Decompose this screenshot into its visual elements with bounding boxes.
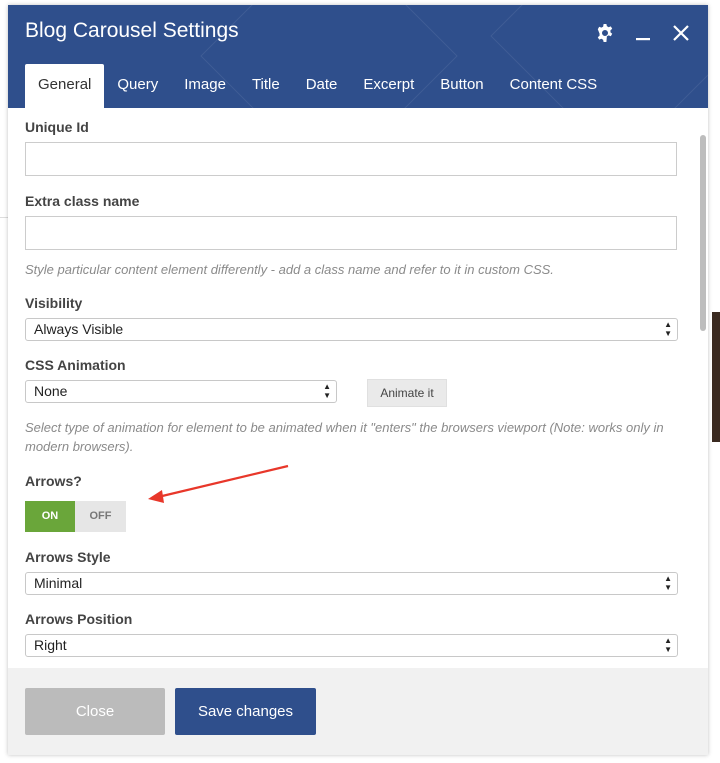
modal-header: Blog Carousel Settings General Query Ima… xyxy=(8,5,708,108)
select-arrows-icon: ▲ ▼ xyxy=(664,574,672,592)
arrows-position-select[interactable]: Right ▲ ▼ xyxy=(25,634,678,657)
tab-query[interactable]: Query xyxy=(104,64,171,108)
modal-content: Unique Id Extra class name Style particu… xyxy=(8,108,708,668)
arrows-style-label: Arrows Style xyxy=(25,549,111,565)
arrows-style-selected: Minimal xyxy=(34,575,83,591)
settings-modal: Blog Carousel Settings General Query Ima… xyxy=(8,5,708,755)
save-changes-button[interactable]: Save changes xyxy=(175,688,316,735)
toggle-on[interactable]: ON xyxy=(25,501,75,532)
tab-content-css[interactable]: Content CSS xyxy=(497,64,611,108)
css-animation-help: Select type of animation for element to … xyxy=(25,420,664,454)
tab-button[interactable]: Button xyxy=(427,64,496,108)
select-arrows-icon: ▲ ▼ xyxy=(664,320,672,338)
background-divider xyxy=(0,217,8,218)
extra-class-label: Extra class name xyxy=(25,193,140,209)
tab-title[interactable]: Title xyxy=(239,64,293,108)
select-arrows-icon: ▲ ▼ xyxy=(323,382,331,400)
toggle-off[interactable]: OFF xyxy=(75,501,126,532)
extra-class-help: Style particular content element differe… xyxy=(25,262,554,277)
css-animation-label: CSS Animation xyxy=(25,357,126,373)
tab-image[interactable]: Image xyxy=(171,64,239,108)
animate-it-button[interactable]: Animate it xyxy=(367,379,447,407)
extra-class-input[interactable] xyxy=(25,216,677,250)
gear-icon[interactable] xyxy=(594,22,616,44)
tab-excerpt[interactable]: Excerpt xyxy=(350,64,427,108)
close-icon[interactable] xyxy=(670,22,692,44)
arrows-style-select[interactable]: Minimal ▲ ▼ xyxy=(25,572,678,595)
css-animation-selected: None xyxy=(34,383,68,399)
arrows-position-selected: Right xyxy=(34,637,67,653)
select-arrows-icon: ▲ ▼ xyxy=(664,636,672,654)
scrollbar-thumb[interactable] xyxy=(700,135,706,331)
visibility-label: Visibility xyxy=(25,295,83,311)
visibility-selected: Always Visible xyxy=(34,321,124,337)
css-animation-select[interactable]: None ▲ ▼ xyxy=(25,380,337,403)
modal-footer: Close Save changes xyxy=(8,668,708,755)
scrollbar[interactable] xyxy=(700,113,707,668)
tab-date[interactable]: Date xyxy=(293,64,351,108)
tab-bar: General Query Image Title Date Excerpt B… xyxy=(25,64,610,108)
minimize-icon[interactable] xyxy=(632,22,654,44)
unique-id-input[interactable] xyxy=(25,142,677,176)
arrows-toggle[interactable]: ON OFF xyxy=(25,501,126,532)
unique-id-label: Unique Id xyxy=(25,119,89,135)
visibility-select[interactable]: Always Visible ▲ ▼ xyxy=(25,318,678,341)
arrows-label: Arrows? xyxy=(25,473,82,489)
close-button[interactable]: Close xyxy=(25,688,165,735)
modal-title: Blog Carousel Settings xyxy=(25,19,239,42)
tab-general[interactable]: General xyxy=(25,64,105,108)
arrows-position-label: Arrows Position xyxy=(25,611,133,627)
background-image xyxy=(712,312,720,442)
